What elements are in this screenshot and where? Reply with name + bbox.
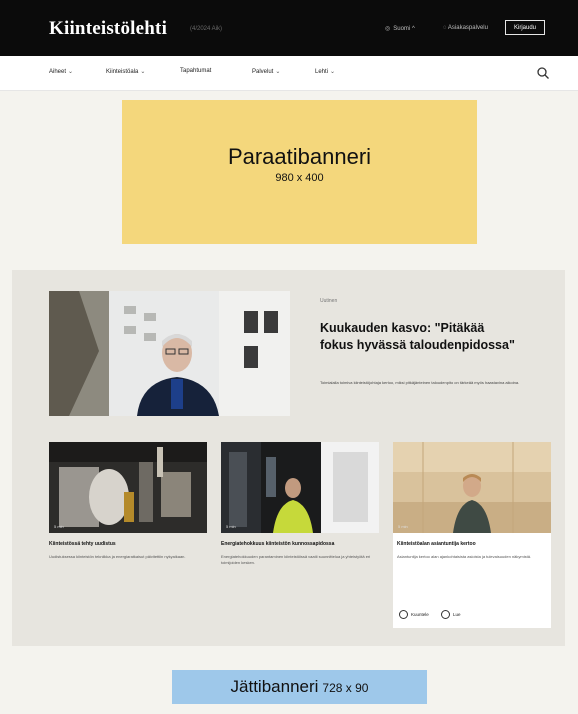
- nav-item-tapahtumat[interactable]: Tapahtumat: [180, 68, 213, 74]
- nav-item-palvelut[interactable]: Palvelut ⌄: [252, 68, 280, 75]
- article-image[interactable]: [221, 442, 379, 533]
- nav-item-label: Aiheet: [49, 69, 67, 75]
- article-description: Energiatehokkuuden parantaminen kiinteis…: [221, 554, 371, 565]
- info-icon: [441, 610, 450, 619]
- chevron-down-icon: ⌄: [140, 69, 146, 75]
- read-label: Lue: [453, 612, 461, 617]
- nav-item-lehti[interactable]: Lehti ⌄: [315, 68, 335, 75]
- article-image[interactable]: [393, 442, 551, 533]
- read-button[interactable]: Lue: [441, 610, 461, 619]
- customer-service-label: Asiakaspalvelu: [447, 25, 488, 31]
- article-title[interactable]: Kiinteistöalan asiantuntija kertoo: [397, 541, 547, 548]
- nav-item-label: Kiinteistöala: [106, 69, 139, 75]
- hero-description: Toimialalla toimiva kiinteistöjohtaja ke…: [320, 380, 520, 385]
- read-time: 5 min: [54, 524, 64, 529]
- login-button[interactable]: Kirjaudu: [505, 20, 545, 35]
- globe-icon: ◎: [385, 26, 391, 32]
- parade-banner-ad[interactable]: Paraatibanneri 980 x 400: [122, 100, 477, 244]
- listen-label: Kuuntele: [411, 612, 429, 617]
- article-description: Asiantuntija kertoo alan ajankohtaisista…: [397, 554, 532, 559]
- article-photo: [393, 442, 551, 533]
- person-icon: ◌: [443, 25, 447, 31]
- chevron-down-icon: ⌄: [330, 69, 336, 75]
- issue-label: (4/2024 Aik): [190, 26, 223, 32]
- chevron-down-icon: ⌄: [68, 69, 74, 75]
- hero-photo: [49, 291, 290, 416]
- article-description: Uudistuksessa kiinteistön tekniikka ja e…: [49, 554, 186, 559]
- article-image[interactable]: [49, 442, 207, 533]
- nav-item-kiinteistoala[interactable]: Kiinteistöala ⌄: [106, 68, 145, 75]
- article-card[interactable]: 5 min Kiinteistöalan asiantuntija kertoo…: [393, 442, 551, 628]
- chevron-down-icon: ^: [411, 26, 415, 32]
- read-time: 5 min: [226, 524, 236, 529]
- nav-item-label: Lehti: [315, 69, 329, 75]
- top-bar: Kiinteistölehti (4/2024 Aik) ◎ Suomi ^ ◌ …: [0, 0, 578, 56]
- nav-item-label: Tapahtumat: [180, 68, 212, 74]
- article-photo: [221, 442, 379, 533]
- banner-size: 728 x 90: [322, 681, 369, 695]
- article-title[interactable]: Energiatehokkuus kiinteistön kunnossapid…: [221, 541, 379, 548]
- banner-name: Paraatibanneri: [227, 144, 372, 169]
- nav-item-label: Palvelut: [252, 69, 274, 75]
- read-time: 5 min: [398, 524, 408, 529]
- article-photo: [49, 442, 207, 533]
- chevron-down-icon: ⌄: [275, 69, 281, 75]
- featured-articles-section: Uutinen Kuukauden kasvo: "Pitäkää fokus …: [12, 270, 565, 646]
- play-icon: [399, 610, 408, 619]
- hero-title[interactable]: Kuukauden kasvo: "Pitäkää fokus hyvässä …: [320, 320, 520, 354]
- language-selector[interactable]: ◎ Suomi ^: [385, 25, 415, 32]
- language-label: Suomi: [393, 26, 411, 32]
- site-logo[interactable]: Kiinteistölehti: [49, 18, 167, 40]
- main-navigation: Aiheet ⌄ Kiinteistöala ⌄ Tapahtumat Palvel…: [0, 56, 578, 91]
- article-title[interactable]: Kiinteistössä tehty uudistus: [49, 541, 207, 548]
- customer-service-link[interactable]: ◌ Asiakaspalvelu: [443, 25, 488, 31]
- nav-item-aiheet[interactable]: Aiheet ⌄: [49, 68, 73, 75]
- banner-name: Jättibanneri: [230, 677, 319, 696]
- hero-article-image[interactable]: [49, 291, 290, 416]
- search-icon[interactable]: [536, 66, 550, 80]
- banner-size: 980 x 400: [275, 172, 324, 184]
- listen-button[interactable]: Kuuntele: [399, 610, 429, 619]
- hero-kicker: Uutinen: [320, 298, 338, 304]
- giant-banner-ad[interactable]: Jättibanneri 728 x 90: [172, 670, 427, 704]
